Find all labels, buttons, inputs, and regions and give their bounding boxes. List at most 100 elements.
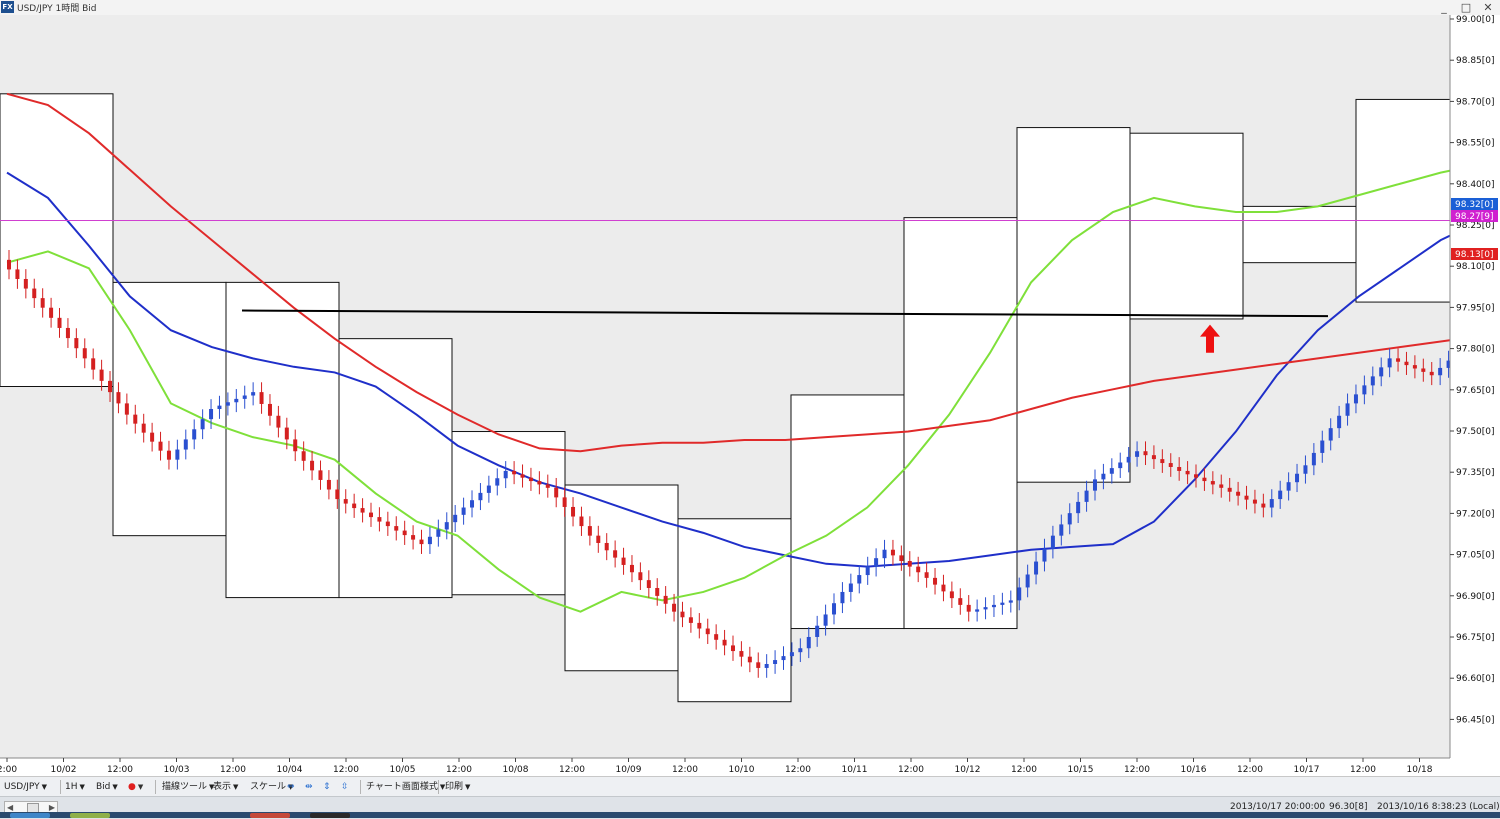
bear-candle	[730, 645, 735, 652]
bear-candle	[604, 542, 609, 551]
bull-candle	[764, 663, 769, 668]
price-type-select[interactable]: Bid ▼	[96, 780, 118, 794]
bull-candle	[840, 591, 845, 604]
print-menu[interactable]: 印刷 ▼	[445, 780, 470, 794]
time-tick-label: 12:00	[1011, 765, 1037, 775]
time-tick-label: 12:00	[220, 765, 246, 775]
chevron-down-icon: ▼	[465, 783, 471, 791]
minimize-button[interactable]: _	[1436, 0, 1452, 15]
day-range-box	[1129, 132, 1244, 320]
chevron-down-icon: ▼	[41, 783, 48, 791]
bull-candle	[1387, 358, 1392, 368]
price-badge-label: 98.32[0]	[1455, 200, 1494, 210]
bear-candle	[1210, 481, 1215, 485]
bear-candle	[739, 651, 744, 657]
zoom-in-h-button[interactable]: ⇔	[287, 780, 295, 794]
draw-tools-menu[interactable]: 描線ツール ▼	[162, 780, 214, 794]
bear-candle	[629, 564, 634, 573]
bull-candle	[815, 625, 820, 637]
zoom-out-h-button[interactable]: ⇹	[305, 780, 313, 794]
bull-candle	[1269, 499, 1274, 508]
bear-candle	[57, 317, 62, 328]
bull-candle	[1126, 456, 1131, 463]
taskbar-app-icon[interactable]	[70, 813, 110, 818]
bull-candle	[1320, 440, 1325, 453]
bear-candle	[1236, 491, 1241, 496]
taskbar-app-icon[interactable]	[310, 813, 350, 818]
time-tick-label: 2:00	[0, 765, 17, 775]
zoom-in-v-button[interactable]: ⇕	[323, 780, 331, 794]
bear-candle	[571, 506, 576, 517]
price-tick-label: 97.50[0]	[1456, 427, 1495, 437]
symbol-select[interactable]: USD/JPY ▼	[4, 780, 47, 794]
price-tick-label: 97.80[0]	[1456, 345, 1495, 355]
price-tick-label: 96.75[0]	[1456, 633, 1495, 643]
restore-button[interactable]: □	[1458, 0, 1474, 15]
bull-candle	[175, 449, 180, 460]
bull-candle	[1008, 600, 1013, 603]
color-tool-button[interactable]: ● ▼	[128, 780, 143, 794]
price-chart[interactable]: 99.00[0] 98.85[0] 98.70[0] 98.55[0] 98.40[0]…	[0, 15, 1500, 776]
taskbar-app-icon[interactable]	[250, 813, 290, 818]
bear-candle	[756, 662, 761, 668]
bull-candle	[1370, 376, 1375, 386]
toolbar-separator	[60, 780, 61, 794]
bear-candle	[520, 474, 525, 478]
bull-candle	[1092, 479, 1097, 491]
bull-candle	[242, 395, 247, 399]
view-menu[interactable]: 表示 ▼	[213, 780, 238, 794]
bull-candle	[1345, 403, 1350, 416]
bear-candle	[15, 269, 20, 279]
price-tick-label: 96.60[0]	[1456, 674, 1495, 684]
bull-candle	[461, 507, 466, 515]
bear-candle	[352, 503, 357, 509]
time-tick-label: 10/10	[729, 765, 755, 775]
bull-candle	[882, 549, 887, 559]
bear-candle	[335, 489, 340, 500]
color-drop-icon: ●	[128, 782, 136, 792]
bull-candle	[1042, 548, 1047, 562]
chevron-down-icon: ▼	[79, 783, 85, 791]
bear-candle	[697, 622, 702, 629]
time-tick-label: 12:00	[559, 765, 585, 775]
price-tick-label: 96.45[0]	[1456, 715, 1495, 725]
zoom-fit-button[interactable]: ⇳	[341, 780, 349, 794]
bear-candle	[1194, 474, 1199, 478]
bear-candle	[941, 584, 946, 592]
bear-candle	[966, 604, 971, 612]
bear-candle	[537, 481, 542, 485]
draw-tools-label: 描線ツール	[162, 782, 208, 792]
bear-candle	[284, 427, 289, 440]
timeframe-select[interactable]: 1H ▼	[65, 780, 85, 794]
bear-candle	[916, 566, 921, 573]
bull-candle	[1101, 473, 1106, 480]
bear-candle	[1160, 459, 1165, 464]
chart-style-menu[interactable]: チャート画面様式 ▼	[366, 780, 445, 794]
bull-candle	[1362, 385, 1367, 395]
bear-candle	[267, 403, 272, 416]
bear-candle	[958, 598, 963, 605]
bear-candle	[368, 512, 373, 518]
time-tick-label: 12:00	[672, 765, 698, 775]
bear-candle	[7, 259, 11, 270]
bull-candle	[857, 575, 862, 584]
bull-candle	[1135, 451, 1140, 457]
bull-candle	[773, 660, 778, 664]
bear-candle	[907, 560, 912, 567]
time-tick-label: 10/12	[955, 765, 981, 775]
start-button-icon[interactable]	[10, 813, 50, 818]
close-button[interactable]: ✕	[1480, 0, 1496, 15]
bull-candle	[1050, 535, 1055, 549]
bear-candle	[545, 484, 550, 488]
bear-candle	[99, 369, 104, 381]
bear-candle	[116, 392, 121, 404]
bear-candle	[419, 539, 424, 545]
bull-candle	[789, 652, 794, 657]
bull-candle	[486, 485, 491, 493]
time-tick-label: 10/11	[842, 765, 868, 775]
bear-candle	[150, 432, 155, 442]
bear-candle	[326, 479, 331, 490]
bull-candle	[865, 566, 870, 576]
time-tick-label: 12:00	[1350, 765, 1376, 775]
bear-candle	[1202, 477, 1207, 482]
